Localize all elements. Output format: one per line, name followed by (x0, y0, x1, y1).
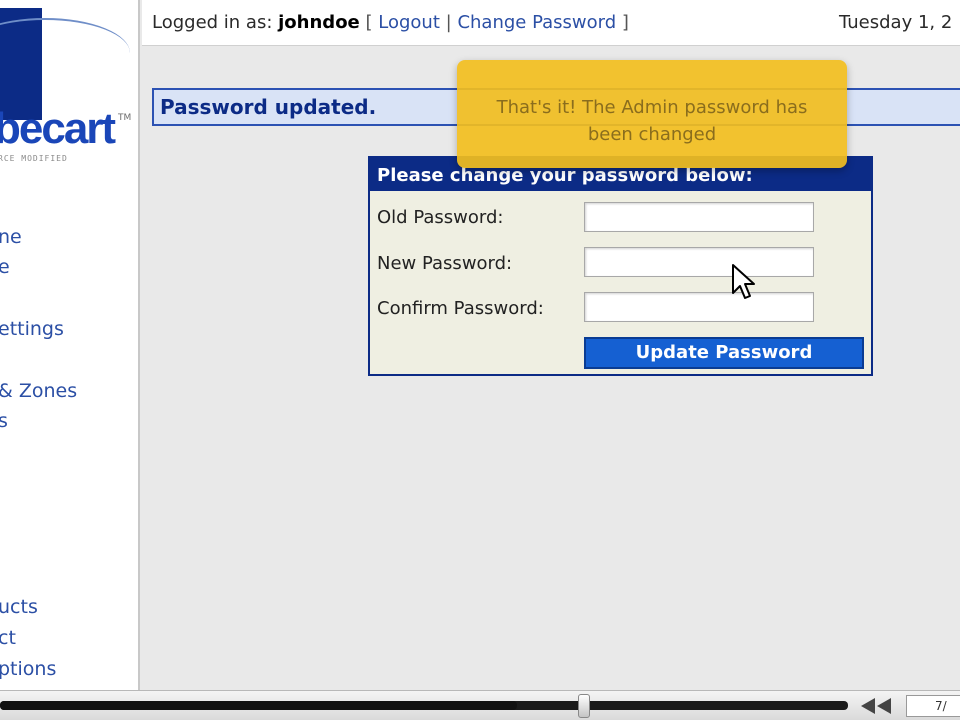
seek-bar[interactable] (0, 701, 848, 710)
username: johndoe (278, 12, 360, 33)
tooltip-text: That's it! The Admin password has been c… (496, 97, 808, 145)
link-separator: | (445, 12, 452, 33)
video-player-bar: 7/ (0, 690, 960, 720)
sidebar-item-zones[interactable]: & Zones (0, 382, 77, 401)
sidebar-item-products[interactable]: ucts (0, 598, 38, 617)
sidebar-item-options[interactable]: ptions (0, 660, 56, 679)
rewind-icon[interactable] (858, 696, 896, 716)
seek-progress (0, 701, 518, 710)
old-password-label: Old Password: (377, 207, 504, 228)
change-password-link[interactable]: Change Password (457, 12, 616, 33)
new-password-field[interactable] (584, 247, 814, 277)
form-title: Please change your password below: (377, 165, 753, 186)
sidebar-item-2[interactable]: e (0, 258, 10, 277)
sidebar-item-home[interactable]: ne (0, 228, 22, 247)
time-display: 7/ (906, 695, 960, 717)
sidebar-item-settings[interactable]: ettings (0, 320, 64, 339)
tutorial-tooltip: That's it! The Admin password has been c… (457, 60, 847, 168)
seek-handle[interactable] (578, 694, 590, 718)
confirm-password-label: Confirm Password: (377, 298, 544, 319)
sidebar-item-5[interactable]: s (0, 412, 8, 431)
old-password-field[interactable] (584, 202, 814, 232)
sidebar: becart TM RCE MODIFIED ne e ettings & Zo… (0, 0, 140, 690)
confirm-password-field[interactable] (584, 292, 814, 322)
current-date: Tuesday 1, 2 (839, 12, 953, 33)
bracket-open: [ (365, 12, 373, 33)
sidebar-item-product[interactable]: ct (0, 629, 16, 648)
logo-text: becart (0, 104, 116, 153)
logged-in-label: Logged in as: (152, 12, 273, 33)
logo-tagline: RCE MODIFIED (0, 154, 68, 163)
logo-trademark: TM (118, 113, 132, 123)
mouse-cursor-icon (732, 264, 755, 299)
change-password-form: Please change your password below: Old P… (368, 156, 873, 376)
logout-link[interactable]: Logout (378, 12, 440, 33)
login-status: Logged in as: johndoe [ Logout | Change … (152, 14, 629, 32)
update-password-button[interactable]: Update Password (584, 337, 864, 369)
success-message: Password updated. (160, 95, 377, 119)
top-header: Logged in as: johndoe [ Logout | Change … (142, 0, 960, 46)
logo-swoosh (0, 18, 130, 88)
new-password-label: New Password: (377, 253, 513, 274)
bracket-close: ] (621, 12, 629, 33)
